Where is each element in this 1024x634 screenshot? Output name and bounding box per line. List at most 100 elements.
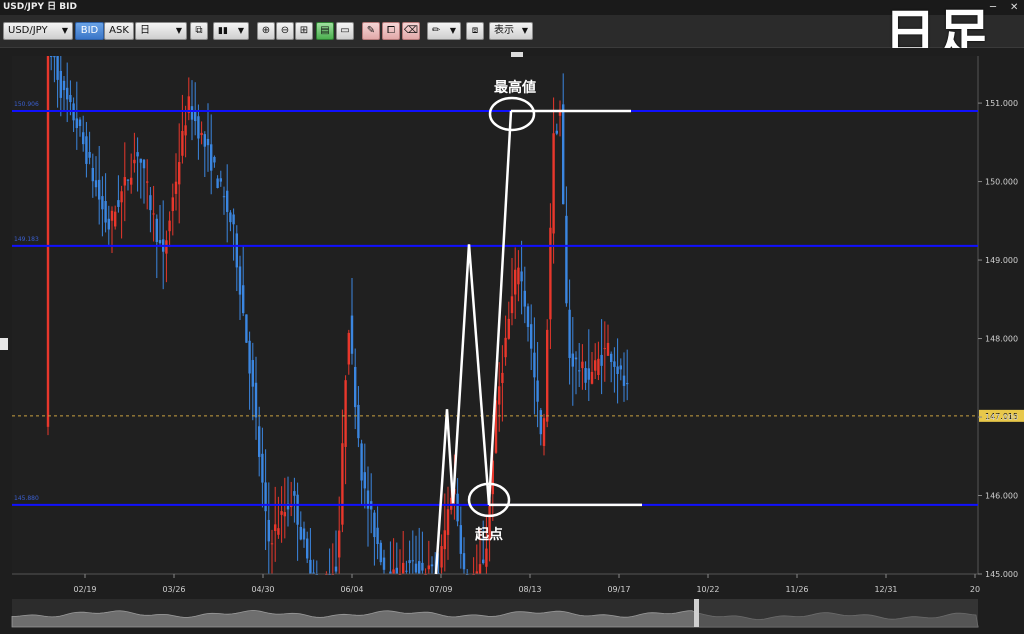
split-view-icon: ⊞ — [299, 25, 309, 36]
pen-select[interactable]: ✏ ▼ — [427, 22, 461, 40]
candle-body — [251, 360, 254, 387]
level-line-label: 145.880 — [14, 495, 39, 502]
candlestick-icon: ▮▮ — [218, 26, 228, 36]
y-tick-label: 150.000 — [985, 178, 1018, 187]
candle-body — [120, 191, 123, 203]
chevron-down-icon: ▼ — [521, 26, 528, 35]
candle-body — [200, 132, 203, 136]
candle-body — [613, 361, 616, 367]
x-tick-label: 20 — [970, 585, 980, 594]
candle-body — [510, 296, 514, 314]
candle-body — [379, 542, 382, 563]
y-tick-label: 149.000 — [985, 256, 1018, 265]
candle-body — [574, 357, 578, 360]
candle-body — [427, 565, 430, 570]
candle-body — [517, 267, 520, 285]
candle-body — [222, 196, 226, 198]
zoom-in-button[interactable]: ⊕ — [257, 22, 275, 40]
candle-body — [360, 443, 363, 481]
chevron-down-icon: ▼ — [237, 26, 244, 35]
candle-body — [267, 519, 270, 542]
zoom-out-button[interactable]: ⊖ — [276, 22, 294, 40]
candle-body — [229, 212, 232, 223]
chart-area[interactable]: 150.906 149.183 145.880 147.015 151.000 150.… — [0, 48, 1024, 630]
candle-body — [405, 570, 408, 572]
candle-body — [619, 365, 622, 370]
candle-body — [133, 159, 136, 164]
draw-remove-button[interactable]: ⌫ — [402, 22, 420, 40]
ask-button[interactable]: ASK — [104, 22, 134, 40]
candle-body — [53, 56, 56, 58]
candle-body — [91, 167, 94, 182]
candle-body — [482, 559, 485, 564]
candle-body — [568, 309, 571, 358]
candle-body — [520, 271, 523, 282]
candle-body — [258, 426, 261, 457]
candle-body — [373, 512, 376, 538]
split-view-button[interactable]: ⊞ — [295, 22, 313, 40]
candle-body — [206, 138, 210, 146]
candle-body — [277, 528, 280, 535]
candle-body — [597, 358, 600, 375]
candle-body — [546, 329, 549, 422]
candle-body — [107, 218, 110, 230]
candle-body — [270, 543, 274, 545]
x-tick-label: 11/26 — [785, 585, 808, 594]
left-scroll-handle[interactable] — [0, 338, 8, 350]
draw-add-button[interactable]: ✎ — [362, 22, 380, 40]
navigator-handle[interactable] — [694, 599, 699, 627]
candle-body — [293, 491, 296, 496]
x-tick-label: 12/31 — [874, 585, 897, 594]
candle-body — [216, 178, 219, 189]
candle-body — [456, 493, 459, 522]
candle-body — [408, 560, 411, 564]
zoom-in-icon: ⊕ — [261, 25, 271, 36]
candle-body — [421, 562, 424, 571]
toolbar: USD/JPY ▼ BID ASK 日 ▼ ⧉ ▮▮ ▼ ⊕ ⊖ ⊞ ▤ ▭ ✎… — [0, 15, 1024, 48]
grid-button[interactable]: ▤ — [316, 22, 334, 40]
y-tick-label: 147.000 — [985, 413, 1018, 422]
candle-body — [600, 354, 603, 366]
window-button[interactable]: ▭ — [336, 22, 354, 40]
display-menu[interactable]: 表示 ▼ — [489, 22, 533, 40]
candle-body — [264, 482, 267, 512]
high-annotation-label: 最高値 — [494, 79, 536, 96]
candle-body — [414, 563, 418, 573]
chevron-down-icon: ▼ — [61, 26, 68, 35]
candle-body — [302, 528, 306, 540]
period-select[interactable]: 日 ▼ — [135, 22, 187, 40]
candle-body — [136, 152, 139, 157]
draw-copy-button[interactable]: ⧠ — [382, 22, 400, 40]
candle-body — [514, 269, 517, 295]
candle-body — [587, 368, 590, 380]
navigator-selected-range[interactable] — [699, 599, 978, 627]
bid-button[interactable]: BID — [75, 22, 104, 40]
window-title: USD/JPY 日 BID — [3, 2, 77, 12]
link-button[interactable]: ⧉ — [190, 22, 208, 40]
top-splitter-handle[interactable] — [511, 52, 523, 57]
close-icon[interactable]: ✕ — [1010, 0, 1018, 15]
candle-body — [56, 56, 59, 80]
candle-body — [62, 80, 66, 91]
chart-type-select[interactable]: ▮▮ ▼ — [213, 22, 249, 40]
symbol-select[interactable]: USD/JPY ▼ — [3, 22, 73, 40]
candle-body — [392, 569, 395, 574]
candle-body — [174, 181, 178, 194]
screenshot-button[interactable]: ⧈ — [466, 22, 484, 40]
candle-body — [94, 180, 98, 188]
candle-body — [443, 530, 446, 550]
symbol-value: USD/JPY — [8, 25, 48, 36]
candle-body — [181, 130, 184, 156]
candle-body — [296, 494, 299, 525]
candle-body — [334, 566, 338, 572]
x-tick-label: 02/19 — [73, 585, 96, 594]
display-label: 表示 — [494, 25, 514, 36]
candlestick-chart[interactable]: 150.906149.183145.880147.015 151.000150.… — [0, 48, 1024, 630]
candle-body — [603, 348, 606, 350]
candle-body — [341, 443, 344, 525]
candle-body — [555, 130, 558, 134]
y-tick-label: 148.000 — [985, 335, 1018, 344]
candle-body — [363, 472, 366, 489]
candle-body — [238, 266, 242, 295]
candle-body — [245, 314, 248, 343]
